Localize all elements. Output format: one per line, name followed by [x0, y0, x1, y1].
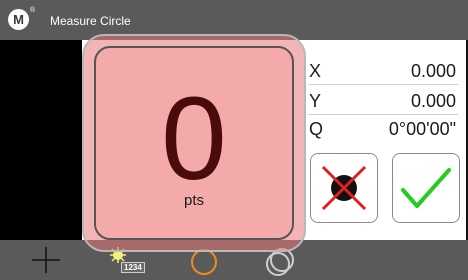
- axis-value-x: 0.000: [410, 61, 456, 81]
- cancel-button[interactable]: [310, 153, 378, 223]
- axis-value-q: 0°00'00": [388, 119, 456, 139]
- points-unit-label: pts: [183, 192, 204, 209]
- cancel-x-icon: [321, 165, 367, 211]
- points-overlay: 0 pts: [82, 34, 306, 252]
- points-panel: 0 pts: [94, 46, 294, 240]
- axis-label-y: Y: [309, 91, 322, 111]
- readout-x: X 0.000: [308, 60, 458, 85]
- axis-label-q: Q: [309, 119, 324, 139]
- app-logo-icon: M: [8, 9, 29, 30]
- window-title: Measure Circle: [50, 14, 131, 28]
- axis-label-x: X: [309, 61, 322, 81]
- readout-q: Q 0°00'00": [308, 118, 458, 142]
- readout-y: Y 0.000: [308, 90, 458, 115]
- axis-value-y: 0.000: [410, 91, 456, 111]
- confirm-button[interactable]: [392, 153, 460, 223]
- checkmark-icon: [401, 168, 451, 208]
- crosshair-icon: [32, 247, 60, 273]
- logo-registered-mark: ®: [30, 7, 36, 14]
- keypad-label: 1234: [121, 262, 145, 273]
- crosshair-button[interactable]: [28, 244, 64, 276]
- points-count: 0: [161, 73, 227, 205]
- image-view: [0, 40, 82, 240]
